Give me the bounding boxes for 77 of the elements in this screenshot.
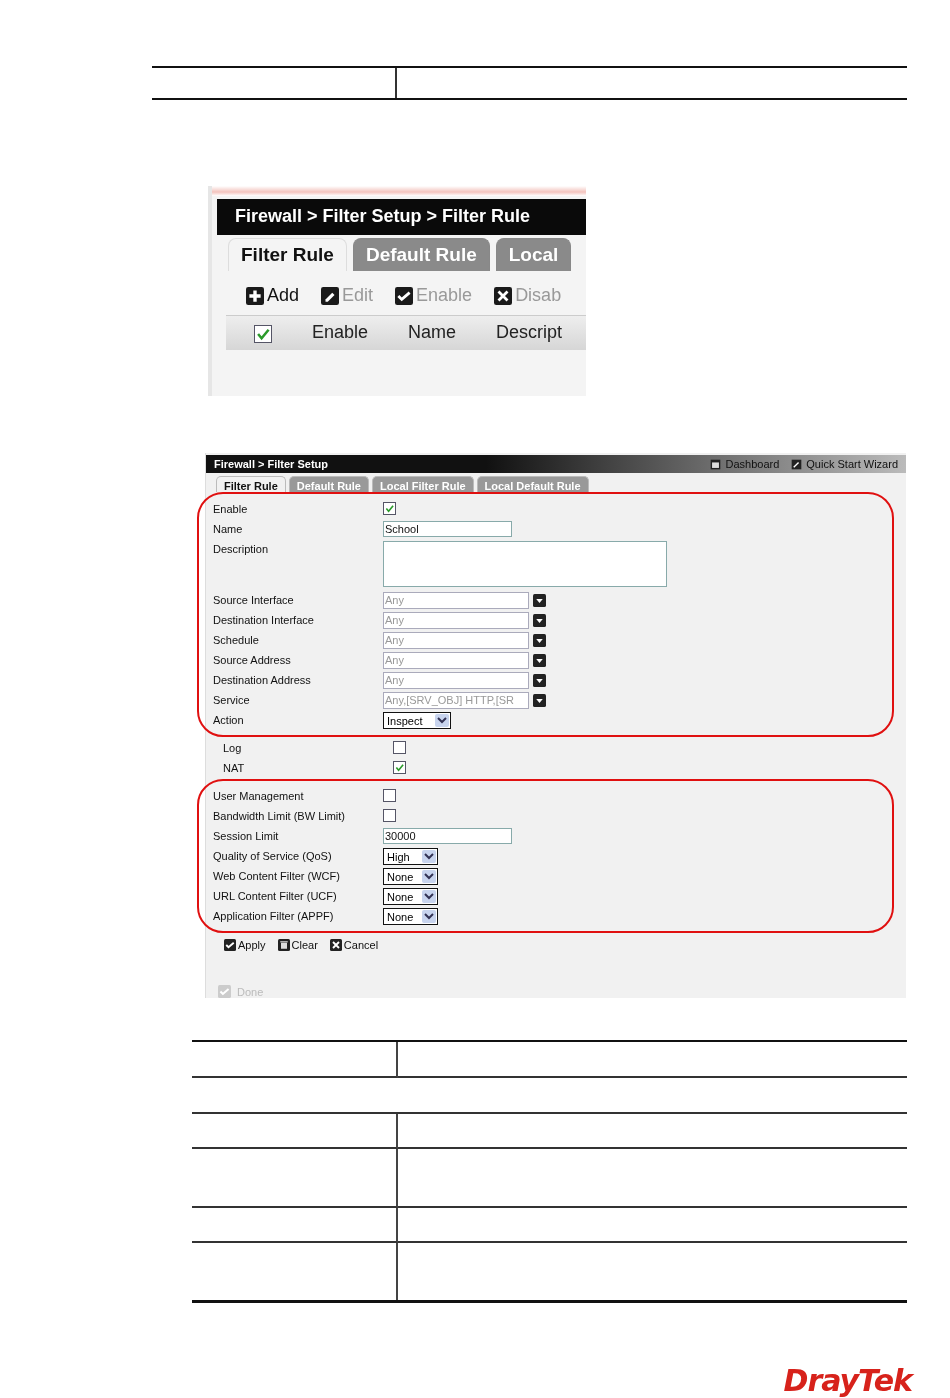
check-icon	[224, 939, 236, 951]
dropdown[interactable]: None	[383, 868, 438, 885]
tab[interactable]: Local	[495, 237, 572, 271]
breadcrumb: Firewall > Filter Setup	[214, 458, 328, 471]
field-label: Source Interface	[213, 593, 295, 606]
tab[interactable]: Local Default Rule	[476, 476, 589, 492]
action-button[interactable]: Cancel	[329, 939, 379, 951]
tab[interactable]: Filter Rule	[216, 476, 286, 492]
breadcrumb: Firewall > Filter Setup > Filter Rule	[235, 206, 531, 228]
dropdown-arrow-icon	[435, 714, 449, 727]
text-field[interactable]: Any	[383, 612, 529, 629]
close-icon	[494, 286, 513, 305]
action-button[interactable]: Apply	[224, 939, 266, 951]
checkbox[interactable]	[383, 502, 396, 515]
header-link[interactable]: Dashboard	[710, 458, 780, 471]
dropdown[interactable]: Inspect	[383, 712, 451, 729]
close-icon	[329, 939, 342, 951]
dropdown-icon	[533, 654, 546, 667]
tab[interactable]: Filter Rule	[228, 237, 347, 271]
checkbox[interactable]	[393, 761, 406, 774]
dropdown-arrow-icon	[422, 850, 436, 863]
field-label: Quality of Service (QoS)	[213, 849, 333, 862]
checkbox[interactable]	[393, 741, 406, 754]
tab[interactable]: Default Rule	[288, 476, 369, 492]
column-header: Name	[408, 322, 457, 344]
dropdown-icon	[533, 634, 546, 647]
text-field[interactable]: Any	[383, 592, 529, 609]
checkbox[interactable]	[383, 789, 396, 802]
field-label: Web Content Filter (WCF)	[213, 869, 341, 882]
check-icon	[218, 985, 231, 998]
field-label: NAT	[223, 761, 246, 774]
field-label: Service	[213, 693, 251, 706]
dropdown-icon	[533, 614, 546, 627]
field-label: Log	[223, 741, 243, 754]
dropdown-icon	[533, 594, 546, 607]
tab[interactable]: Default Rule	[352, 237, 490, 271]
dropdown[interactable]: None	[383, 908, 438, 925]
text-field[interactable]: Any	[383, 652, 529, 669]
field-label: Session Limit	[213, 829, 280, 842]
dropdown[interactable]: High	[383, 848, 438, 865]
pencil-icon	[321, 286, 340, 305]
field-label: Name	[213, 522, 244, 535]
text-field[interactable]: Any,[SRV_OBJ] HTTP,[SR	[383, 692, 529, 709]
dropdown[interactable]: None	[383, 888, 438, 905]
toolbar-button[interactable]: Add	[246, 280, 300, 311]
field-label: Enable	[213, 502, 249, 515]
check-icon	[395, 286, 414, 305]
field-label: Application Filter (APPF)	[213, 909, 335, 922]
column-header: Enable	[312, 322, 369, 344]
plus-icon	[246, 286, 264, 305]
checkbox[interactable]	[254, 324, 272, 343]
header-link[interactable]: Quick Start Wizard	[791, 458, 898, 471]
logo: DrayTek	[783, 1363, 912, 1398]
field-label: Schedule	[213, 633, 260, 646]
field-label: Destination Interface	[213, 613, 315, 626]
dropdown-icon	[533, 694, 546, 707]
dashboard-icon	[710, 458, 722, 470]
dropdown-arrow-icon	[422, 890, 436, 903]
field-label: Description	[213, 542, 270, 555]
trash-icon	[277, 939, 290, 951]
dropdown-icon	[533, 674, 546, 687]
column-header: Descript	[496, 322, 563, 344]
field-label: Action	[213, 713, 245, 726]
field-label: Destination Address	[213, 673, 312, 686]
field-label: Source Address	[213, 653, 292, 666]
field-label: URL Content Filter (UCF)	[213, 889, 338, 902]
text-field[interactable]: 30000	[383, 828, 512, 844]
dropdown-arrow-icon	[422, 870, 436, 883]
dropdown-arrow-icon	[422, 910, 436, 923]
text-field[interactable]: School	[383, 521, 512, 537]
text-field[interactable]: Any	[383, 632, 529, 649]
tab[interactable]: Local Filter Rule	[372, 476, 474, 492]
checkbox[interactable]	[383, 809, 396, 822]
text-field[interactable]: Any	[383, 672, 529, 689]
field-label: User Management	[213, 789, 305, 802]
field-label: Bandwidth Limit (BW Limit)	[213, 809, 347, 822]
action-button[interactable]: Clear	[277, 939, 318, 951]
